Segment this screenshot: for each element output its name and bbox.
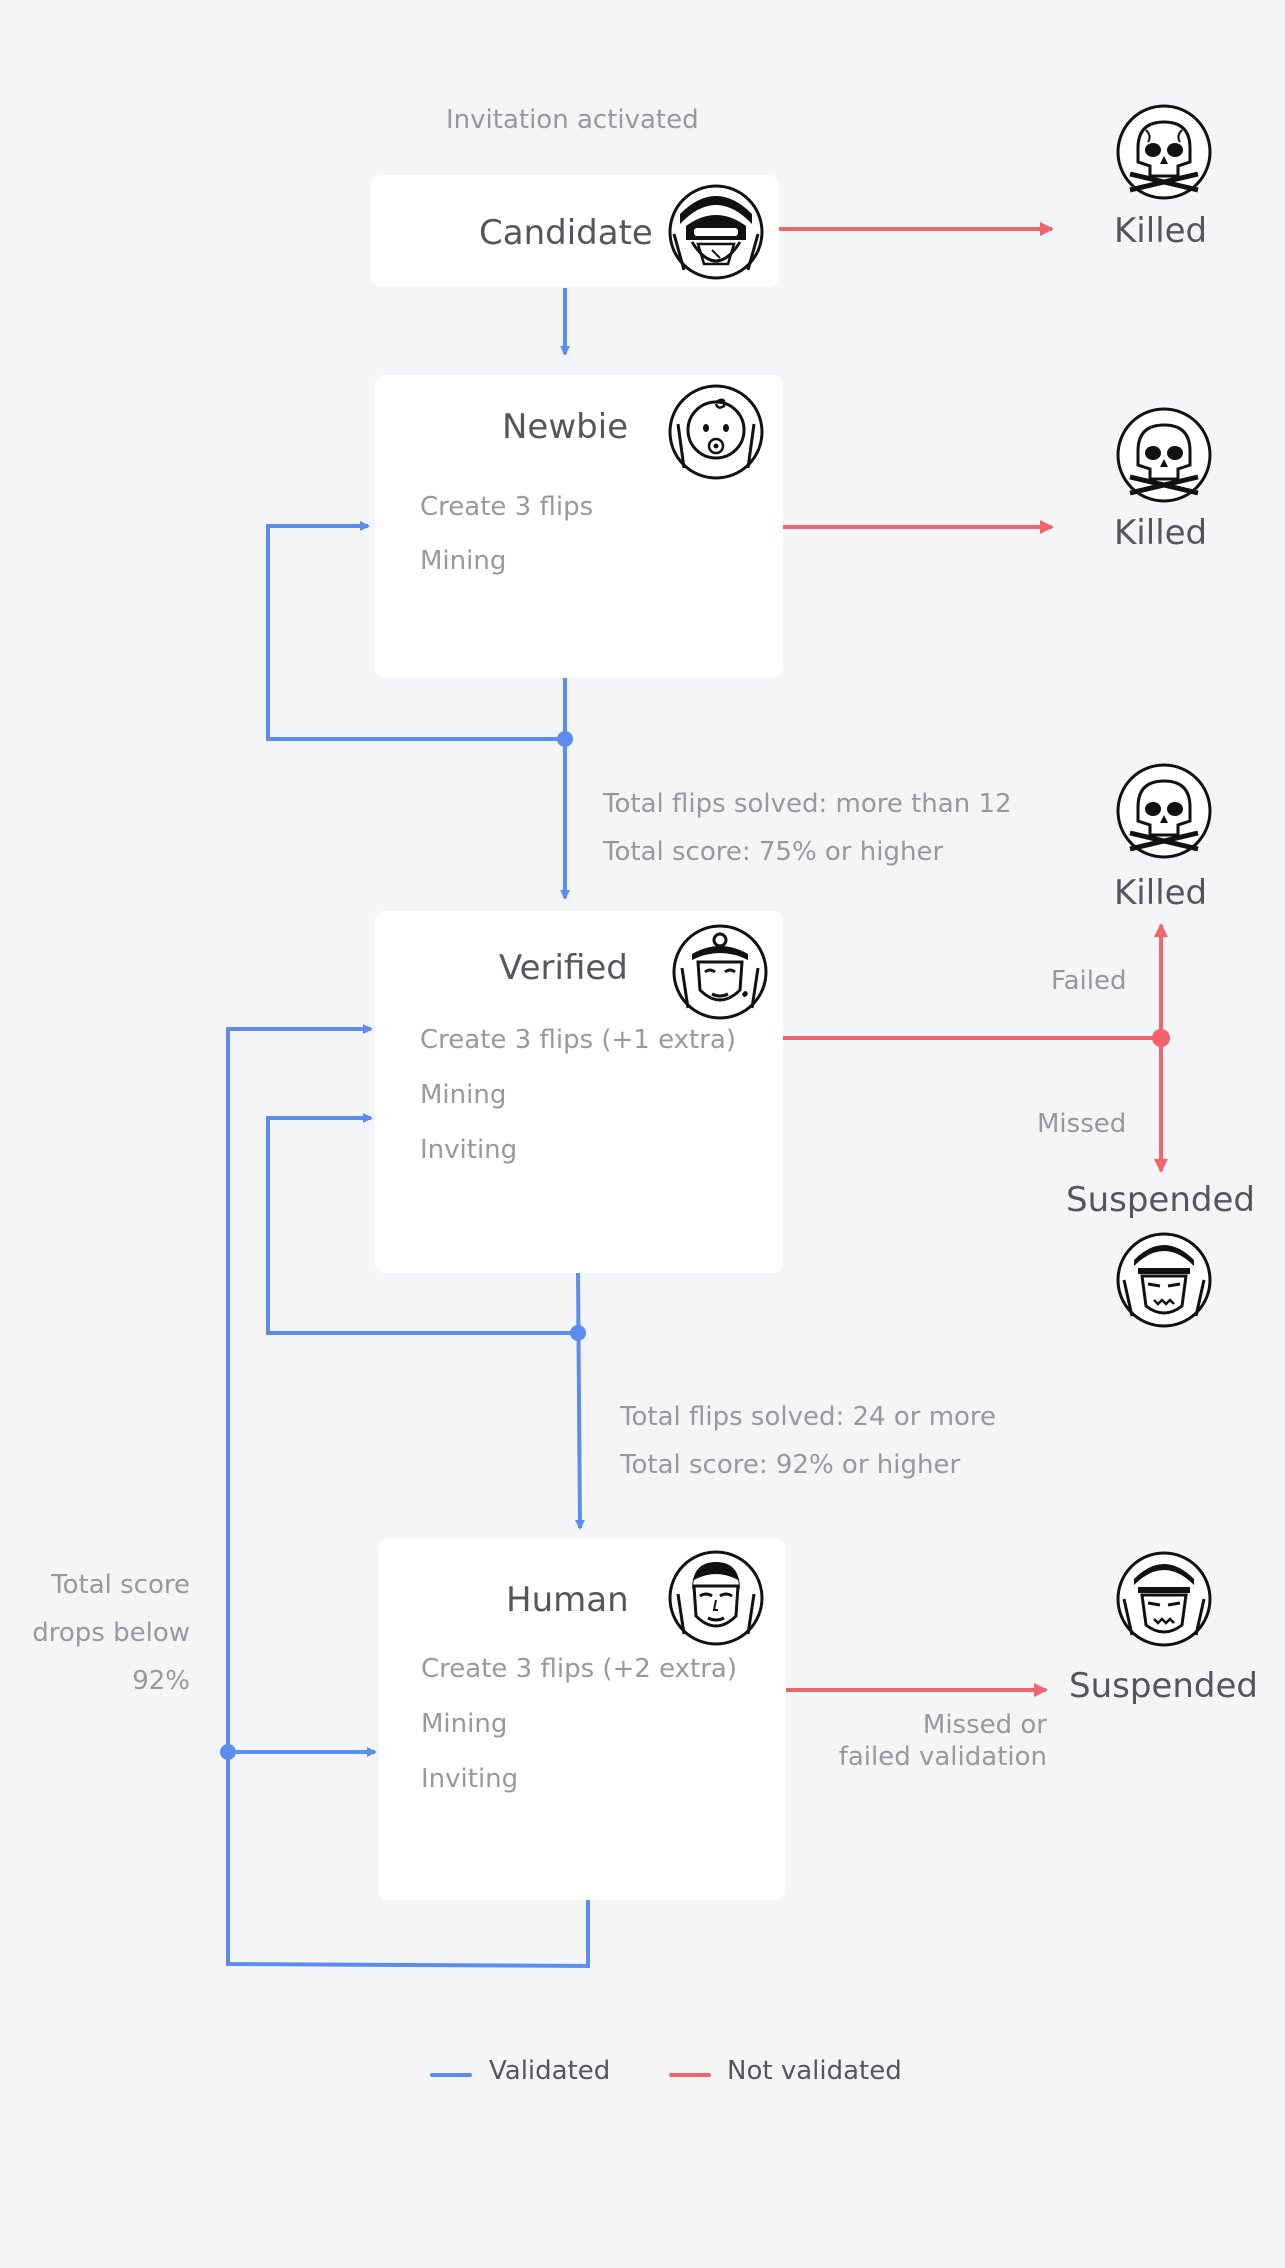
skull-icon — [1116, 104, 1212, 200]
missed-label: Missed — [1037, 1109, 1127, 1139]
legend-not-validated-swatch — [669, 2073, 711, 2077]
verified-avatar-icon — [672, 924, 768, 1020]
human-missed-label-2: failed validation — [838, 1742, 1047, 1772]
newbie-criteria-score: Total score: 75% or higher — [603, 837, 944, 867]
verified-criteria-score: Total score: 92% or higher — [620, 1450, 961, 1480]
killed-label-1: Killed — [1114, 211, 1208, 251]
skull-icon — [1116, 407, 1212, 503]
candidate-title: Candidate — [479, 213, 653, 253]
legend-validated-swatch — [430, 2073, 472, 2077]
suspended-label-1: Suspended — [1066, 1180, 1255, 1220]
failed-label: Failed — [1051, 966, 1127, 996]
killed-label-2: Killed — [1114, 513, 1208, 553]
newbie-criteria-flips: Total flips solved: more than 12 — [603, 789, 1012, 819]
human-item-mining: Mining — [421, 1709, 508, 1739]
human-avatar-icon — [668, 1550, 764, 1646]
verified-item-flips: Create 3 flips (+1 extra) — [420, 1025, 736, 1055]
verified-item-inviting: Inviting — [420, 1135, 518, 1165]
verified-item-mining: Mining — [420, 1080, 507, 1110]
skull-icon — [1116, 763, 1212, 859]
newbie-avatar-icon — [668, 384, 764, 480]
legend-validated-label: Validated — [489, 2056, 611, 2086]
human-item-flips: Create 3 flips (+2 extra) — [421, 1654, 737, 1684]
candidate-avatar-icon — [668, 184, 764, 280]
suspended-label-2: Suspended — [1069, 1666, 1258, 1706]
verified-title: Verified — [499, 948, 628, 988]
human-missed-label-1: Missed or — [922, 1710, 1047, 1740]
suspended-avatar-icon — [1116, 1551, 1212, 1647]
drop-label-2: drops below — [32, 1618, 190, 1648]
suspended-avatar-icon — [1116, 1232, 1212, 1328]
human-title: Human — [506, 1580, 629, 1620]
verified-criteria-flips: Total flips solved: 24 or more — [620, 1402, 997, 1432]
drop-label-1: Total score — [51, 1570, 190, 1600]
drop-label-3: 92% — [132, 1666, 190, 1696]
newbie-title: Newbie — [502, 407, 629, 447]
legend-not-validated-label: Not validated — [727, 2056, 902, 2086]
newbie-item-flips: Create 3 flips — [420, 492, 594, 522]
killed-label-3: Killed — [1114, 873, 1208, 913]
human-item-inviting: Inviting — [421, 1764, 519, 1794]
newbie-item-mining: Mining — [420, 546, 507, 576]
invitation-activated-label: Invitation activated — [446, 105, 699, 135]
